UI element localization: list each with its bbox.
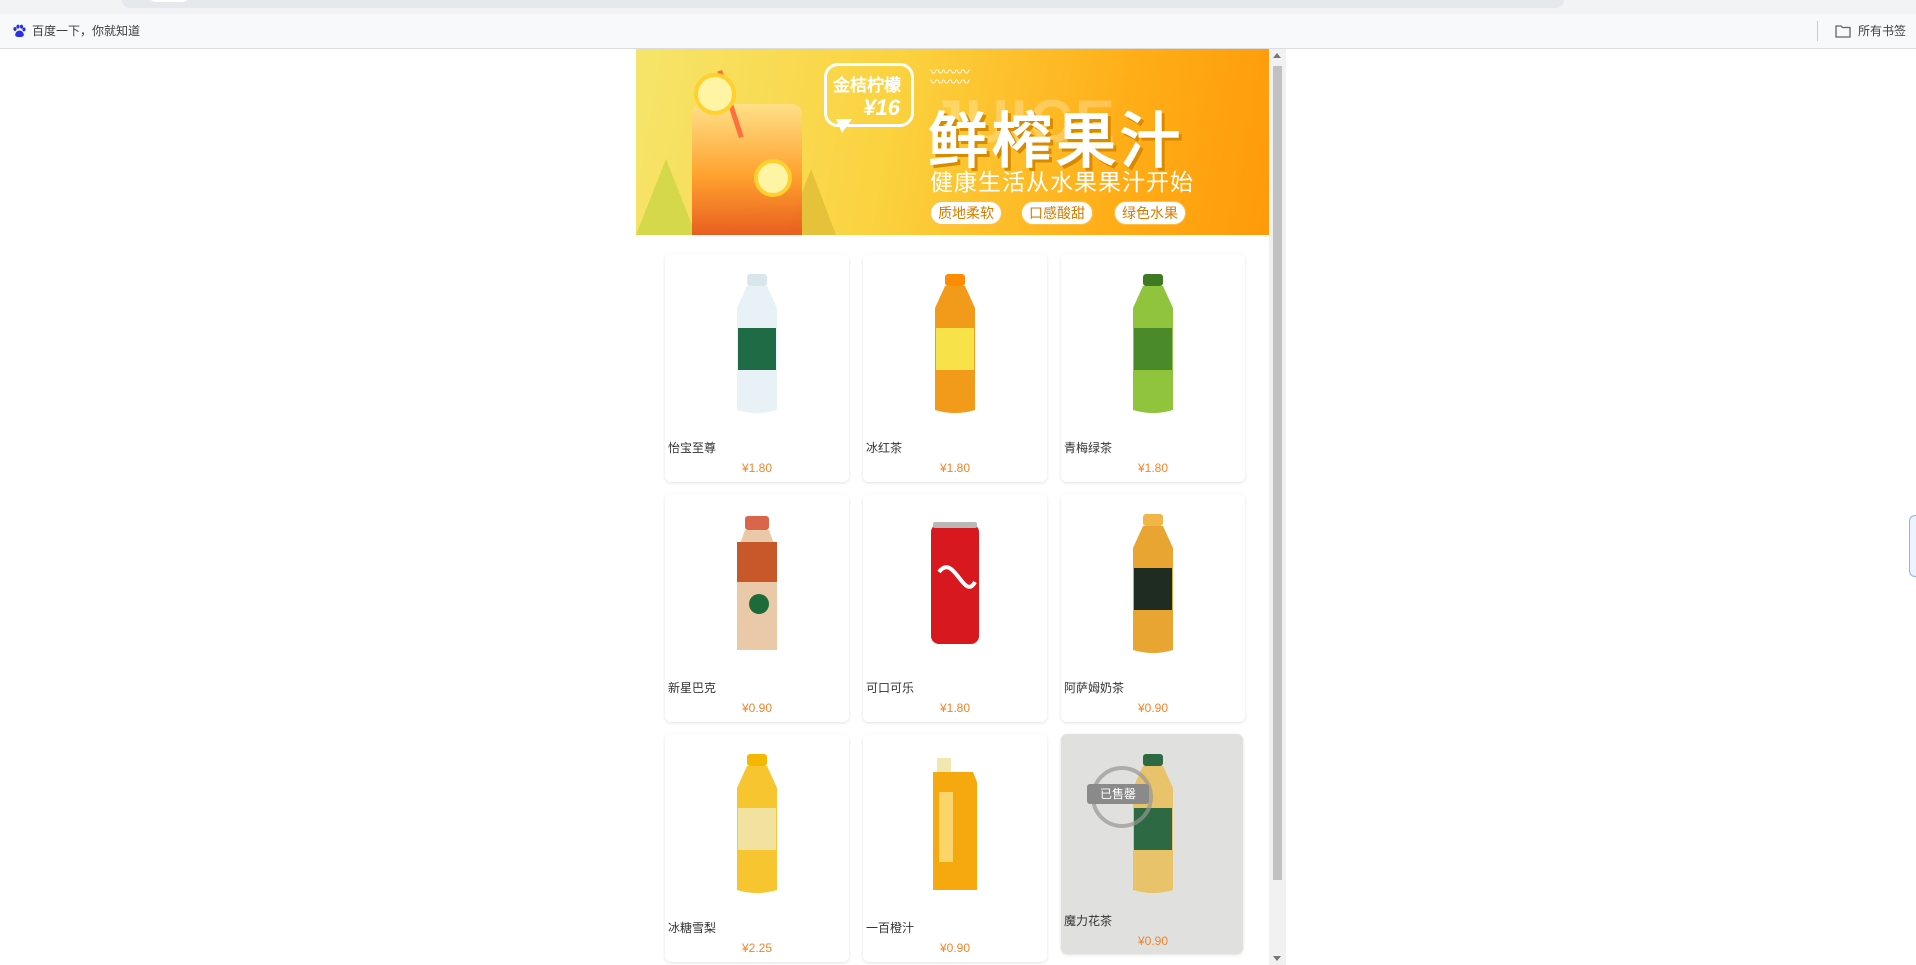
product-price: ¥2.25 [741,941,773,955]
product-price: ¥1.80 [741,461,773,475]
all-bookmarks-button[interactable]: 所有书签 [1835,22,1906,39]
sold-out-badge: 已售罄 [1087,784,1149,804]
bubble-product-name: 金桔柠檬 [833,76,901,95]
side-panel-handle[interactable] [1909,515,1916,577]
product-card[interactable]: 可口可乐 ¥1.80 [863,494,1047,722]
product-name: 怡宝至尊 [668,441,717,455]
product-image [1133,274,1173,413]
address-bar-area [0,0,1916,14]
banner-subtitle: 健康生活从水果果汁开始 [930,169,1194,195]
lemon-slice-illustration [694,73,736,115]
product-price: ¥0.90 [939,941,971,955]
product-name: 青梅绿茶 [1064,441,1113,455]
product-card: 已售罄魔力花茶 ¥0.90 [1061,734,1243,954]
product-card[interactable]: 新星巴克 ¥0.90 [665,494,849,722]
bookmark-baidu-label: 百度一下，你就知道 [32,24,141,38]
bookmarks-bar: 百度一下，你就知道 所有书签 [0,14,1916,49]
page-viewport: 金桔柠檬 ¥16 〰〰〰 〰〰〰 JUICE 鲜榨果汁 健康生活从水果果汁开始 质… [636,49,1286,965]
product-image [1133,514,1173,653]
product-name: 新星巴克 [668,681,717,695]
product-card[interactable]: 一百橙汁 ¥0.90 [863,734,1047,962]
speech-bubble-tail [836,119,852,133]
product-image [931,522,979,644]
lemon-slice-illustration [754,159,792,197]
product-price: ¥1.80 [1137,461,1169,475]
product-name: 冰糖雪梨 [668,921,717,935]
promo-banner[interactable]: 金桔柠檬 ¥16 〰〰〰 〰〰〰 JUICE 鲜榨果汁 健康生活从水果果汁开始 质… [636,49,1269,235]
wave-decor: 〰〰〰 〰〰〰 [930,64,970,90]
banner-tag: 质地柔软 [930,201,1002,225]
product-price: ¥1.80 [939,461,971,475]
banner-triangle-decor [636,159,696,235]
product-price: ¥0.90 [741,701,773,715]
banner-tag: 口感酸甜 [1021,201,1093,225]
product-price: ¥0.90 [1137,934,1169,948]
product-card[interactable]: 冰糖雪梨 ¥2.25 [665,734,849,962]
scroll-down-arrow-icon[interactable] [1273,956,1281,961]
product-card[interactable]: 冰红茶 ¥1.80 [863,254,1047,482]
product-price: ¥1.80 [939,701,971,715]
product-image [935,274,975,413]
product-image [933,758,977,890]
address-bar-chip [150,0,188,2]
address-bar[interactable] [122,0,1564,8]
product-name: 魔力花茶 [1064,914,1113,928]
product-image [737,516,777,650]
product-price: ¥0.90 [1137,701,1169,715]
product-card[interactable]: 阿萨姆奶茶 ¥0.90 [1061,494,1245,722]
bubble-price: ¥16 [863,95,900,120]
bookmark-baidu[interactable]: 百度一下，你就知道 [12,22,140,39]
folder-icon [1835,24,1851,38]
product-name: 冰红茶 [866,441,903,455]
product-name: 一百橙汁 [866,921,915,935]
all-bookmarks-label: 所有书签 [1857,24,1906,38]
product-card[interactable]: 青梅绿茶 ¥1.80 [1061,254,1245,482]
product-name: 可口可乐 [866,681,915,695]
product-name: 阿萨姆奶茶 [1064,681,1125,695]
baidu-paw-icon [13,24,26,37]
bookmarks-divider [1817,21,1818,41]
scrollbar-thumb[interactable] [1273,66,1282,880]
banner-tag: 绿色水果 [1114,201,1186,225]
scroll-up-arrow-icon[interactable] [1273,53,1281,58]
product-image [737,754,777,893]
scrollbar[interactable] [1269,49,1286,965]
product-image [737,274,777,413]
product-card[interactable]: 怡宝至尊 ¥1.80 [665,254,849,482]
